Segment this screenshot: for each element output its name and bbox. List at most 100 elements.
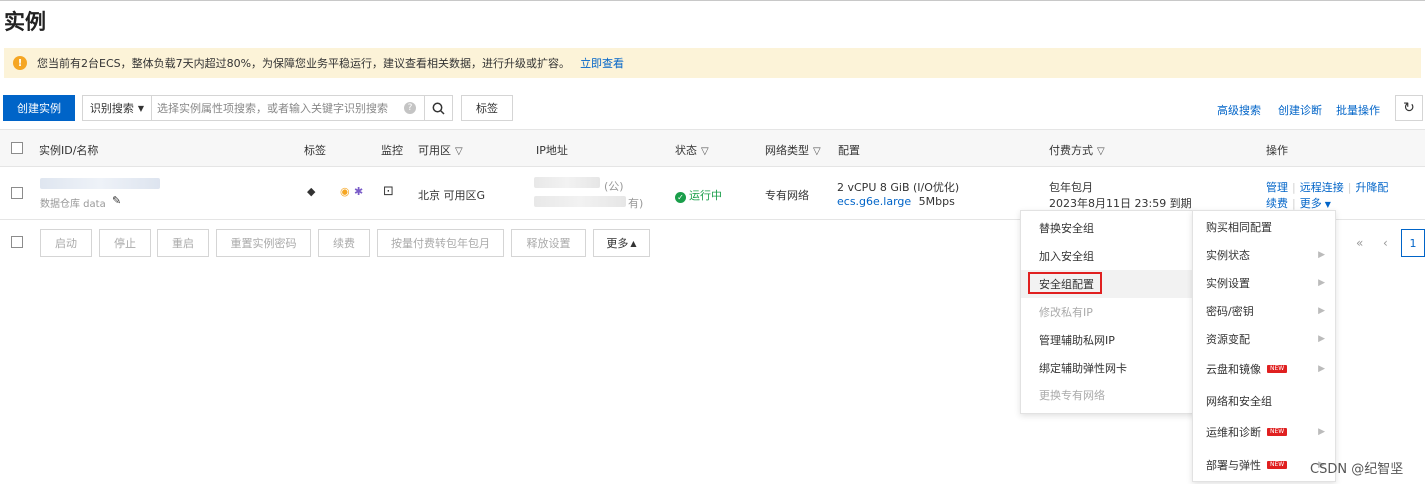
check-icon: ✓: [675, 192, 686, 203]
create-diagnosis-link[interactable]: 创建诊断: [1278, 102, 1322, 118]
convert-billing-button[interactable]: 按量付费转包年包月: [377, 229, 504, 257]
row-checkbox[interactable]: [11, 187, 23, 199]
zone-value: 北京 可用区G: [418, 189, 486, 202]
more-actions-menu: 购买相同配置 实例状态 ▶ 实例设置 ▶ 密码/密钥 ▶ 资源变配 ▶ 云盘和镜像 NEW…: [1192, 210, 1336, 482]
public-ip-redacted: [534, 177, 600, 188]
search-button[interactable]: [424, 95, 453, 121]
tag-icon[interactable]: ◆: [307, 185, 315, 198]
modify-private-ip-item: 修改私有IP: [1039, 306, 1093, 319]
filter-icon[interactable]: ▽: [455, 146, 463, 157]
manage-link[interactable]: 管理: [1266, 181, 1288, 194]
col-status: 状态: [675, 144, 697, 157]
replace-security-group-item[interactable]: 替换安全组: [1021, 214, 1194, 242]
col-config: 配置: [838, 144, 860, 157]
billing-expiry: 2023年8月11日 23:59 到期: [1049, 197, 1192, 210]
change-vpc-item: 更换专有网络: [1039, 389, 1105, 402]
reset-password-button[interactable]: 重置实例密码: [216, 229, 311, 257]
search-placeholder: 选择实例属性项搜索，或者输入关键字识别搜索: [157, 102, 388, 115]
filter-icon[interactable]: ▽: [701, 146, 709, 157]
instance-status-item[interactable]: 实例状态 ▶: [1193, 241, 1335, 269]
caret-down-icon: ▼: [137, 103, 145, 113]
chevron-right-icon: ▶: [1318, 250, 1325, 260]
security-shield-icon[interactable]: ◉: [340, 185, 350, 198]
first-page-button[interactable]: «: [1356, 236, 1363, 250]
new-badge: NEW: [1267, 428, 1288, 436]
prev-page-button[interactable]: ‹: [1383, 236, 1388, 250]
edit-icon[interactable]: ✎: [112, 194, 121, 207]
help-icon[interactable]: ?: [404, 102, 416, 114]
renew-button[interactable]: 续费: [318, 229, 370, 257]
join-security-group-item[interactable]: 加入安全组: [1021, 242, 1194, 270]
remote-connect-link[interactable]: 远程连接: [1300, 181, 1344, 194]
monitor-icon[interactable]: ⊡: [383, 184, 394, 199]
status-text: 运行中: [689, 189, 722, 202]
resize-link[interactable]: 升降配: [1355, 181, 1388, 194]
col-tag: 标签: [304, 144, 326, 157]
stop-button[interactable]: 停止: [99, 229, 151, 257]
caret-up-icon: ▲: [630, 238, 637, 248]
bind-eni-item[interactable]: 绑定辅助弹性网卡: [1021, 354, 1194, 382]
new-badge: NEW: [1267, 461, 1288, 469]
page-title: 实例: [4, 10, 46, 34]
watermark: CSDN @纪智坚: [1310, 462, 1404, 477]
col-id-name: 实例ID/名称: [39, 144, 99, 157]
chevron-right-icon: ▶: [1318, 427, 1325, 437]
instance-type-link[interactable]: ecs.g6e.large: [837, 195, 911, 208]
buy-same-config-item[interactable]: 购买相同配置: [1193, 213, 1335, 241]
advanced-search-link[interactable]: 高级搜索: [1217, 102, 1261, 118]
search-icon: [432, 102, 445, 115]
private-ip-redacted: [534, 196, 626, 207]
chevron-right-icon: ▶: [1318, 334, 1325, 344]
tag-filter-button[interactable]: 标签: [461, 95, 513, 121]
create-instance-button[interactable]: 创建实例: [3, 95, 75, 121]
network-type: 专有网络: [765, 189, 809, 202]
chevron-right-icon: ▶: [1318, 278, 1325, 288]
network-security-item[interactable]: 网络和安全组: [1193, 387, 1335, 415]
refresh-button[interactable]: ↻: [1395, 95, 1423, 121]
ops-diagnosis-item[interactable]: 运维和诊断 NEW ▶: [1193, 418, 1335, 446]
more-actions-button[interactable]: 更多 ▲: [593, 229, 650, 257]
select-all-checkbox[interactable]: [11, 142, 23, 154]
caret-down-icon: ▼: [1324, 200, 1331, 209]
resource-change-item[interactable]: 资源变配 ▶: [1193, 325, 1335, 353]
highlight-box: [1028, 272, 1102, 294]
network-security-submenu: 替换安全组 加入安全组 安全组配置 修改私有IP 管理辅助私网IP 绑定辅助弹性…: [1020, 210, 1195, 414]
instance-id-redacted[interactable]: [40, 178, 160, 189]
bandwidth: 5Mbps: [918, 195, 955, 208]
instance-settings-item[interactable]: 实例设置 ▶: [1193, 269, 1335, 297]
disk-image-item[interactable]: 云盘和镜像 NEW ▶: [1193, 355, 1335, 383]
filter-icon[interactable]: ▽: [1097, 146, 1105, 157]
page-number-current[interactable]: 1: [1401, 229, 1425, 257]
search-type-select[interactable]: 识别搜索 ▼: [82, 95, 152, 121]
notice-text: 您当前有2台ECS，整体负载7天内超过80%，为保障您业务平稳运行，建议查看相关…: [37, 57, 571, 70]
table-header: 实例ID/名称 标签 监控 可用区 ▽ IP地址 状态 ▽ 网络类型 ▽ 配置 付费方…: [0, 129, 1425, 167]
plugin-icon[interactable]: ✱: [354, 185, 363, 198]
status-running: ✓ 运行中: [675, 187, 722, 203]
batch-ops-link[interactable]: 批量操作: [1336, 102, 1380, 118]
refresh-icon: ↻: [1403, 100, 1415, 116]
filter-icon[interactable]: ▽: [813, 146, 821, 157]
col-billing: 付费方式: [1049, 144, 1093, 157]
renew-link[interactable]: 续费: [1266, 197, 1288, 210]
instance-name: 数据仓库 data: [40, 199, 106, 210]
password-key-item[interactable]: 密码/密钥 ▶: [1193, 297, 1335, 325]
col-actions: 操作: [1266, 144, 1288, 157]
billing-type: 包年包月: [1049, 181, 1093, 194]
chevron-right-icon: ▶: [1318, 364, 1325, 374]
top-border: [0, 0, 1425, 1]
col-network: 网络类型: [765, 144, 809, 157]
more-actions-label: 更多: [606, 237, 629, 250]
release-settings-button[interactable]: 释放设置: [511, 229, 586, 257]
more-dropdown[interactable]: 更多: [1300, 197, 1322, 210]
warning-icon: !: [13, 56, 27, 70]
notice-view-link[interactable]: 立即查看: [580, 55, 624, 71]
chevron-right-icon: ▶: [1318, 306, 1325, 316]
manage-secondary-ip-item[interactable]: 管理辅助私网IP: [1021, 326, 1194, 354]
restart-button[interactable]: 重启: [157, 229, 209, 257]
select-all-bottom-checkbox[interactable]: [11, 236, 23, 248]
search-type-label: 识别搜索: [89, 102, 134, 115]
start-button[interactable]: 启动: [40, 229, 92, 257]
search-input[interactable]: 选择实例属性项搜索，或者输入关键字识别搜索 ?: [151, 95, 425, 121]
col-zone: 可用区: [418, 144, 451, 157]
notice-banner: ! 您当前有2台ECS，整体负载7天内超过80%，为保障您业务平稳运行，建议查看…: [4, 48, 1421, 78]
